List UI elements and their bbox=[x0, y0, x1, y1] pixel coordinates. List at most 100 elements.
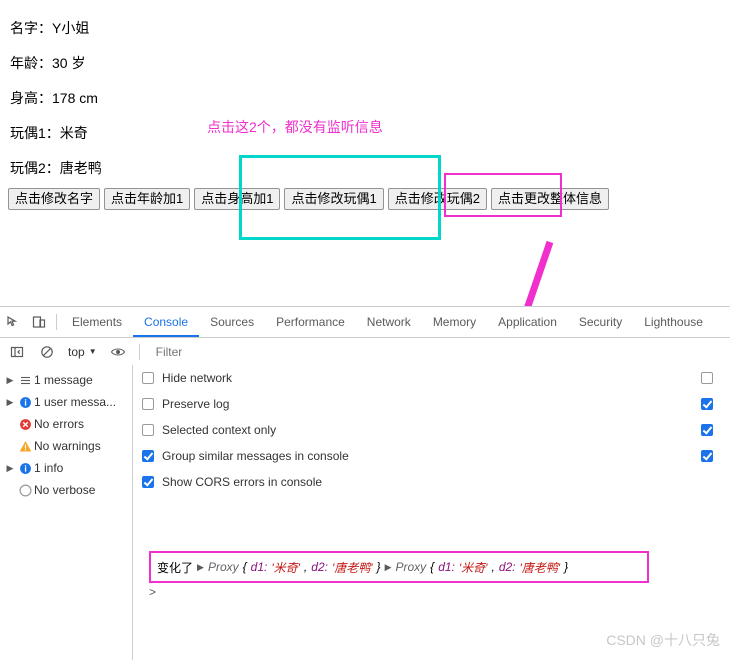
toolbar-divider-2 bbox=[138, 343, 140, 360]
setting-preserve-log[interactable]: Preserve log bbox=[133, 391, 730, 417]
change-all-button[interactable]: 点击更改整体信息 bbox=[490, 188, 609, 210]
sidebar-item-errors[interactable]: No errors bbox=[0, 413, 132, 435]
tab-sources[interactable]: Sources bbox=[199, 308, 265, 337]
setting-show-cors-errors[interactable]: Show CORS errors in console bbox=[133, 469, 730, 495]
field-row-height: 身高：178 cm bbox=[10, 88, 98, 108]
field-value: 30 岁 bbox=[52, 55, 86, 71]
log-comma-2: , bbox=[491, 560, 495, 574]
setting-hide-network[interactable]: Hide network bbox=[133, 365, 730, 391]
expand-arrow-icon-2[interactable]: ▶ bbox=[385, 562, 392, 573]
toolbar-divider bbox=[56, 314, 57, 330]
tab-elements[interactable]: Elements bbox=[61, 308, 133, 337]
tab-lighthouse[interactable]: Lighthouse bbox=[633, 308, 714, 337]
chevron-right-icon[interactable]: ▶ bbox=[4, 375, 16, 386]
devtools-tabbar: Elements Console Sources Performance Net… bbox=[0, 307, 730, 338]
devtools-panel: Elements Console Sources Performance Net… bbox=[0, 306, 730, 660]
console-filter-input[interactable] bbox=[147, 341, 730, 362]
log-brace-open-1: { bbox=[242, 560, 247, 574]
log-key-d2-2: d2: bbox=[498, 560, 516, 574]
info-icon bbox=[16, 462, 34, 475]
field-row-age: 年龄：30 岁 bbox=[10, 53, 85, 73]
sidebar-item-label: No errors bbox=[34, 417, 85, 431]
selected-context-checkbox[interactable] bbox=[142, 424, 154, 436]
log-brace-close-2: } bbox=[564, 560, 569, 574]
sidebar-item-label: 1 message bbox=[34, 373, 93, 387]
log-comma-1: , bbox=[303, 560, 308, 574]
field-label: 玩偶1： bbox=[10, 125, 60, 141]
button-row: 点击修改名字 点击年龄加1 点击身高加1 点击修改玩偶1 点击修改玩偶2 点击更… bbox=[8, 188, 609, 210]
clear-console-icon[interactable] bbox=[34, 338, 60, 366]
group-similar-checkbox[interactable] bbox=[142, 450, 154, 462]
tab-network[interactable]: Network bbox=[356, 308, 422, 337]
log-value-d1-1: '米奇' bbox=[271, 560, 300, 575]
prompt-chevron-icon: > bbox=[149, 585, 157, 599]
setting-label: Group similar messages in console bbox=[162, 449, 349, 463]
console-toolbar: top ▼ bbox=[0, 338, 730, 366]
console-log-entry[interactable]: 变化了 ▶ Proxy { d1: '米奇' , d2: '唐老鸭' } ▶ P… bbox=[149, 551, 649, 583]
console-prompt[interactable]: > bbox=[149, 585, 156, 599]
setting-label: Preserve log bbox=[162, 397, 230, 411]
right-checkbox-2[interactable] bbox=[701, 398, 713, 410]
log-key-d2-1: d2: bbox=[311, 560, 328, 574]
tab-application[interactable]: Application bbox=[487, 308, 568, 337]
change-doll1-button[interactable]: 点击修改玩偶1 bbox=[284, 188, 384, 210]
right-checkbox-1[interactable] bbox=[701, 372, 713, 384]
console-sidebar-toggle-icon[interactable] bbox=[4, 338, 30, 366]
sidebar-item-info[interactable]: ▶ 1 info bbox=[0, 457, 132, 479]
setting-label: Hide network bbox=[162, 371, 233, 385]
increase-height-button[interactable]: 点击身高加1 bbox=[194, 188, 281, 210]
sidebar-item-user-messages[interactable]: ▶ 1 user messa... bbox=[0, 391, 132, 413]
sidebar-item-warnings[interactable]: No warnings bbox=[0, 435, 132, 457]
tab-performance[interactable]: Performance bbox=[265, 308, 356, 337]
log-proxy-label-2: Proxy bbox=[395, 560, 427, 574]
inspect-element-icon[interactable] bbox=[0, 308, 26, 336]
verbose-icon bbox=[16, 483, 34, 497]
increase-age-button[interactable]: 点击年龄加1 bbox=[104, 188, 191, 210]
change-doll2-button[interactable]: 点击修改玩偶2 bbox=[387, 188, 487, 210]
sidebar-item-label: 1 info bbox=[34, 461, 64, 475]
show-cors-checkbox[interactable] bbox=[142, 476, 154, 488]
preserve-log-checkbox[interactable] bbox=[142, 398, 154, 410]
tab-console[interactable]: Console bbox=[133, 308, 200, 337]
device-toolbar-icon[interactable] bbox=[26, 308, 52, 336]
sidebar-item-verbose[interactable]: No verbose bbox=[0, 479, 132, 501]
field-label: 名字： bbox=[10, 20, 52, 36]
tab-memory[interactable]: Memory bbox=[422, 308, 487, 337]
field-label: 年龄： bbox=[10, 55, 52, 71]
context-label: top bbox=[68, 344, 85, 359]
log-key-d1-1: d1: bbox=[250, 560, 268, 574]
field-value: 米奇 bbox=[59, 125, 88, 141]
right-checkbox-4[interactable] bbox=[701, 450, 713, 462]
sidebar-item-messages[interactable]: ▶ 1 message bbox=[0, 369, 132, 391]
console-settings-panel: Hide network Preserve log Selected conte… bbox=[133, 365, 730, 495]
hide-network-checkbox[interactable] bbox=[142, 372, 154, 384]
sidebar-item-label: No verbose bbox=[34, 483, 96, 497]
setting-group-similar[interactable]: Group similar messages in console bbox=[133, 443, 730, 469]
field-label: 身高： bbox=[10, 90, 52, 106]
console-output-area: Hide network Preserve log Selected conte… bbox=[133, 365, 730, 660]
log-value-d1-2: '米奇' bbox=[458, 560, 488, 575]
setting-selected-context-only[interactable]: Selected context only bbox=[133, 417, 730, 443]
tab-security[interactable]: Security bbox=[568, 308, 633, 337]
setting-label: Show CORS errors in console bbox=[162, 475, 323, 489]
field-label: 玩偶2： bbox=[10, 160, 60, 176]
log-brace-open-2: { bbox=[430, 560, 435, 574]
log-proxy-label-1: Proxy bbox=[207, 560, 239, 574]
web-page-area: 名字：Y小姐 年龄：30 岁 身高：178 cm 玩偶1：米奇 玩偶2：唐老鸭 … bbox=[0, 0, 730, 490]
warning-icon bbox=[16, 440, 34, 453]
live-expression-eye-icon[interactable] bbox=[105, 338, 131, 366]
chevron-right-icon[interactable]: ▶ bbox=[4, 397, 16, 408]
change-name-button[interactable]: 点击修改名字 bbox=[8, 188, 101, 210]
sidebar-item-label: No warnings bbox=[34, 439, 101, 453]
console-sidebar: ▶ 1 message ▶ 1 user messa... No errors bbox=[0, 365, 133, 660]
chevron-right-icon[interactable]: ▶ bbox=[4, 463, 16, 474]
log-key-d1-2: d1: bbox=[438, 560, 455, 574]
log-prefix: 变化了 bbox=[157, 560, 194, 575]
field-row-name: 名字：Y小姐 bbox=[10, 18, 89, 38]
right-checkbox-3[interactable] bbox=[701, 424, 713, 436]
execution-context-select[interactable]: top ▼ bbox=[64, 345, 101, 359]
expand-arrow-icon[interactable]: ▶ bbox=[197, 562, 204, 573]
error-icon bbox=[16, 418, 34, 431]
setting-label: Selected context only bbox=[162, 423, 277, 437]
sidebar-item-label: 1 user messa... bbox=[34, 395, 117, 409]
